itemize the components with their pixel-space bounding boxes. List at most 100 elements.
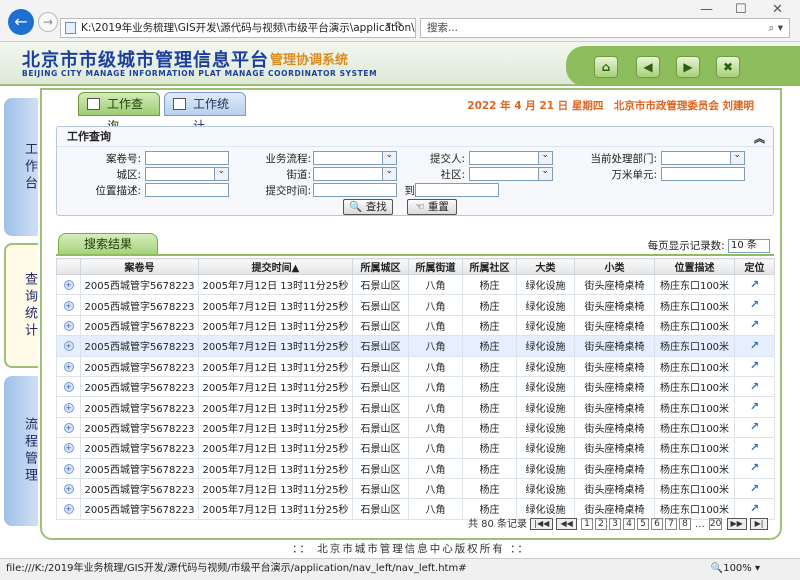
table-cell: 2005年7月12日 13时11分25秒 [198, 498, 353, 520]
table-body: +2005西城管字5678223 2005年7月12日 13时11分25秒 石景山区… [56, 273, 775, 520]
row-detail-icon[interactable]: + [63, 320, 74, 331]
business-flow-select[interactable]: ⌄ [313, 150, 397, 165]
column-header[interactable]: 提交时间▲ [198, 258, 353, 275]
case-no-input[interactable] [145, 151, 229, 165]
locate-icon[interactable]: ↗ [749, 482, 761, 495]
page-link[interactable]: 7 [664, 518, 677, 530]
locate-icon[interactable]: ↗ [749, 401, 761, 413]
page-link[interactable]: 6 [650, 518, 663, 530]
table-cell: 杨庄东口100米 [654, 355, 735, 377]
tab-work-stats[interactable]: 工作统计 [164, 92, 246, 133]
dept-select[interactable]: ⌄ [661, 150, 745, 165]
table-row[interactable]: +2005西城管字5678223 2005年7月12日 13时11分25秒 石景山区… [56, 335, 775, 357]
row-detail-icon[interactable]: + [63, 504, 74, 515]
table-row[interactable]: +2005西城管字5678223 2005年7月12日 13时11分25秒 石景山区… [56, 273, 775, 296]
row-detail-icon[interactable]: + [63, 280, 74, 291]
table-row[interactable]: +2005西城管字5678223 2005年7月12日 13时11分25秒 石景山区… [56, 375, 775, 398]
close-icon[interactable]: ✕ [772, 2, 783, 17]
minimize-icon[interactable]: — [700, 2, 713, 17]
date-user-line: 2022 年 4 月 21 日 星期四 北京市市政管理委员会 刘建明 [467, 100, 754, 112]
submit-time-start-input[interactable] [313, 183, 397, 197]
locate-cell: ↗ [734, 375, 775, 398]
browser-back-button[interactable]: ← [8, 9, 34, 35]
table-cell: 2005西城管字5678223 [80, 273, 199, 296]
table-cell: 杨庄东口100米 [654, 437, 735, 459]
community-select[interactable]: ⌄ [469, 166, 553, 181]
prev-page-button[interactable]: ◀◀ [556, 518, 577, 530]
table-row[interactable]: +2005西城管字5678223 2005年7月12日 13时11分25秒 石景山区… [56, 457, 775, 479]
refresh-icon[interactable]: ▾ ⟳ [386, 20, 403, 31]
table-cell: 杨庄 [462, 375, 517, 398]
table-cell: 杨庄 [462, 416, 517, 439]
locate-icon[interactable]: ↗ [749, 421, 761, 433]
side-tab-query-stats[interactable]: 查询统计 [4, 243, 38, 368]
maximize-icon[interactable]: ☐ [735, 2, 747, 17]
row-detail-icon[interactable]: + [63, 361, 74, 372]
street-select[interactable]: ⌄ [313, 166, 397, 181]
search-button[interactable]: 🔍 查找 [343, 199, 393, 215]
last-page-button[interactable]: ▶| [750, 518, 768, 530]
table-cell: 石景山区 [352, 498, 409, 520]
zoom-control[interactable]: 🔍100% ▾ [711, 559, 760, 579]
locate-icon[interactable]: ↗ [749, 360, 761, 372]
locate-icon[interactable]: ↗ [749, 319, 761, 331]
location-input[interactable] [145, 183, 229, 197]
results-tab[interactable]: 搜索结果 [58, 233, 158, 255]
locate-icon[interactable]: ↗ [749, 441, 761, 454]
collapse-icon[interactable]: ︽ [754, 129, 765, 149]
side-tab-flow-management[interactable]: 流程管理 [4, 376, 38, 526]
row-detail-icon[interactable]: + [63, 443, 74, 454]
browser-forward-button[interactable]: → [38, 12, 58, 32]
next-page-button[interactable]: ▶▶ [726, 518, 747, 530]
tab-work-query[interactable]: 工作查询 [78, 92, 160, 133]
page-link[interactable]: 3 [608, 518, 621, 530]
exit-button[interactable]: ✖ [716, 56, 740, 78]
submitter-select[interactable]: ⌄ [469, 150, 553, 165]
page-link[interactable]: 4 [622, 518, 635, 530]
page-link[interactable]: 2 [594, 518, 607, 530]
locate-icon[interactable]: ↗ [749, 339, 761, 352]
table-cell: 石景山区 [352, 416, 409, 439]
home-button[interactable]: ⌂ [594, 56, 618, 78]
browser-search-input[interactable]: 搜索... ⌕ ▾ [420, 18, 790, 38]
locate-icon[interactable]: ↗ [749, 299, 761, 311]
row-detail-icon[interactable]: + [63, 422, 74, 433]
row-detail-icon[interactable]: + [63, 300, 74, 311]
row-detail-icon[interactable]: + [63, 402, 74, 413]
per-page-select[interactable]: 10 条 [728, 239, 770, 253]
table-row[interactable]: +2005西城管字5678223 2005年7月12日 13时11分25秒 石景山区… [56, 396, 775, 418]
search-icon[interactable]: ⌕ ▾ [769, 19, 784, 37]
row-detail-icon[interactable]: + [63, 484, 74, 495]
page-link[interactable]: 5 [636, 518, 649, 530]
page-link[interactable]: 8 [678, 518, 691, 530]
locate-cell: ↗ [734, 294, 775, 316]
row-detail-icon[interactable]: + [63, 382, 74, 393]
query-heading-text: 工作查询 [67, 130, 111, 143]
first-page-button[interactable]: |◀◀ [530, 518, 554, 530]
forward-arrow-button[interactable]: ▶ [676, 56, 700, 78]
locate-icon[interactable]: ↗ [749, 462, 761, 474]
locate-icon[interactable]: ↗ [749, 502, 761, 515]
table-cell: 街头座椅桌椅 [574, 335, 655, 357]
reset-button[interactable]: ☜ 重置 [407, 199, 457, 215]
table-row[interactable]: +2005西城管字5678223 2005年7月12日 13时11分25秒 石景山区… [56, 314, 775, 337]
back-arrow-button[interactable]: ◀ [636, 56, 660, 78]
browser-toolbar: ← → K:\2019年业务梳理\GIS开发\源代码与视频\市级平台演示\app… [0, 0, 800, 42]
address-bar[interactable]: K:\2019年业务梳理\GIS开发\源代码与视频\市级平台演示\applica… [60, 18, 416, 38]
page-link[interactable]: 1 [580, 518, 593, 530]
locate-icon[interactable]: ↗ [749, 278, 761, 291]
locate-cell: ↗ [734, 396, 775, 418]
table-row[interactable]: +2005西城管字5678223 2005年7月12日 13时11分25秒 石景山区… [56, 355, 775, 377]
table-row[interactable]: +2005西城管字5678223 2005年7月12日 13时11分25秒 石景山区… [56, 294, 775, 316]
side-tab-workbench[interactable]: 工作台 [4, 98, 38, 236]
page-link-last[interactable]: 20 [708, 518, 723, 530]
grid-input[interactable] [661, 167, 745, 181]
district-select[interactable]: ⌄ [145, 166, 229, 181]
submit-time-end-input[interactable] [415, 183, 499, 197]
table-row[interactable]: +2005西城管字5678223 2005年7月12日 13时11分25秒 石景山区… [56, 437, 775, 459]
row-detail-icon[interactable]: + [63, 341, 74, 352]
locate-icon[interactable]: ↗ [749, 380, 761, 393]
table-row[interactable]: +2005西城管字5678223 2005年7月12日 13时11分25秒 石景山区… [56, 416, 775, 439]
row-detail-icon[interactable]: + [63, 463, 74, 474]
table-row[interactable]: +2005西城管字5678223 2005年7月12日 13时11分25秒 石景山区… [56, 477, 775, 500]
